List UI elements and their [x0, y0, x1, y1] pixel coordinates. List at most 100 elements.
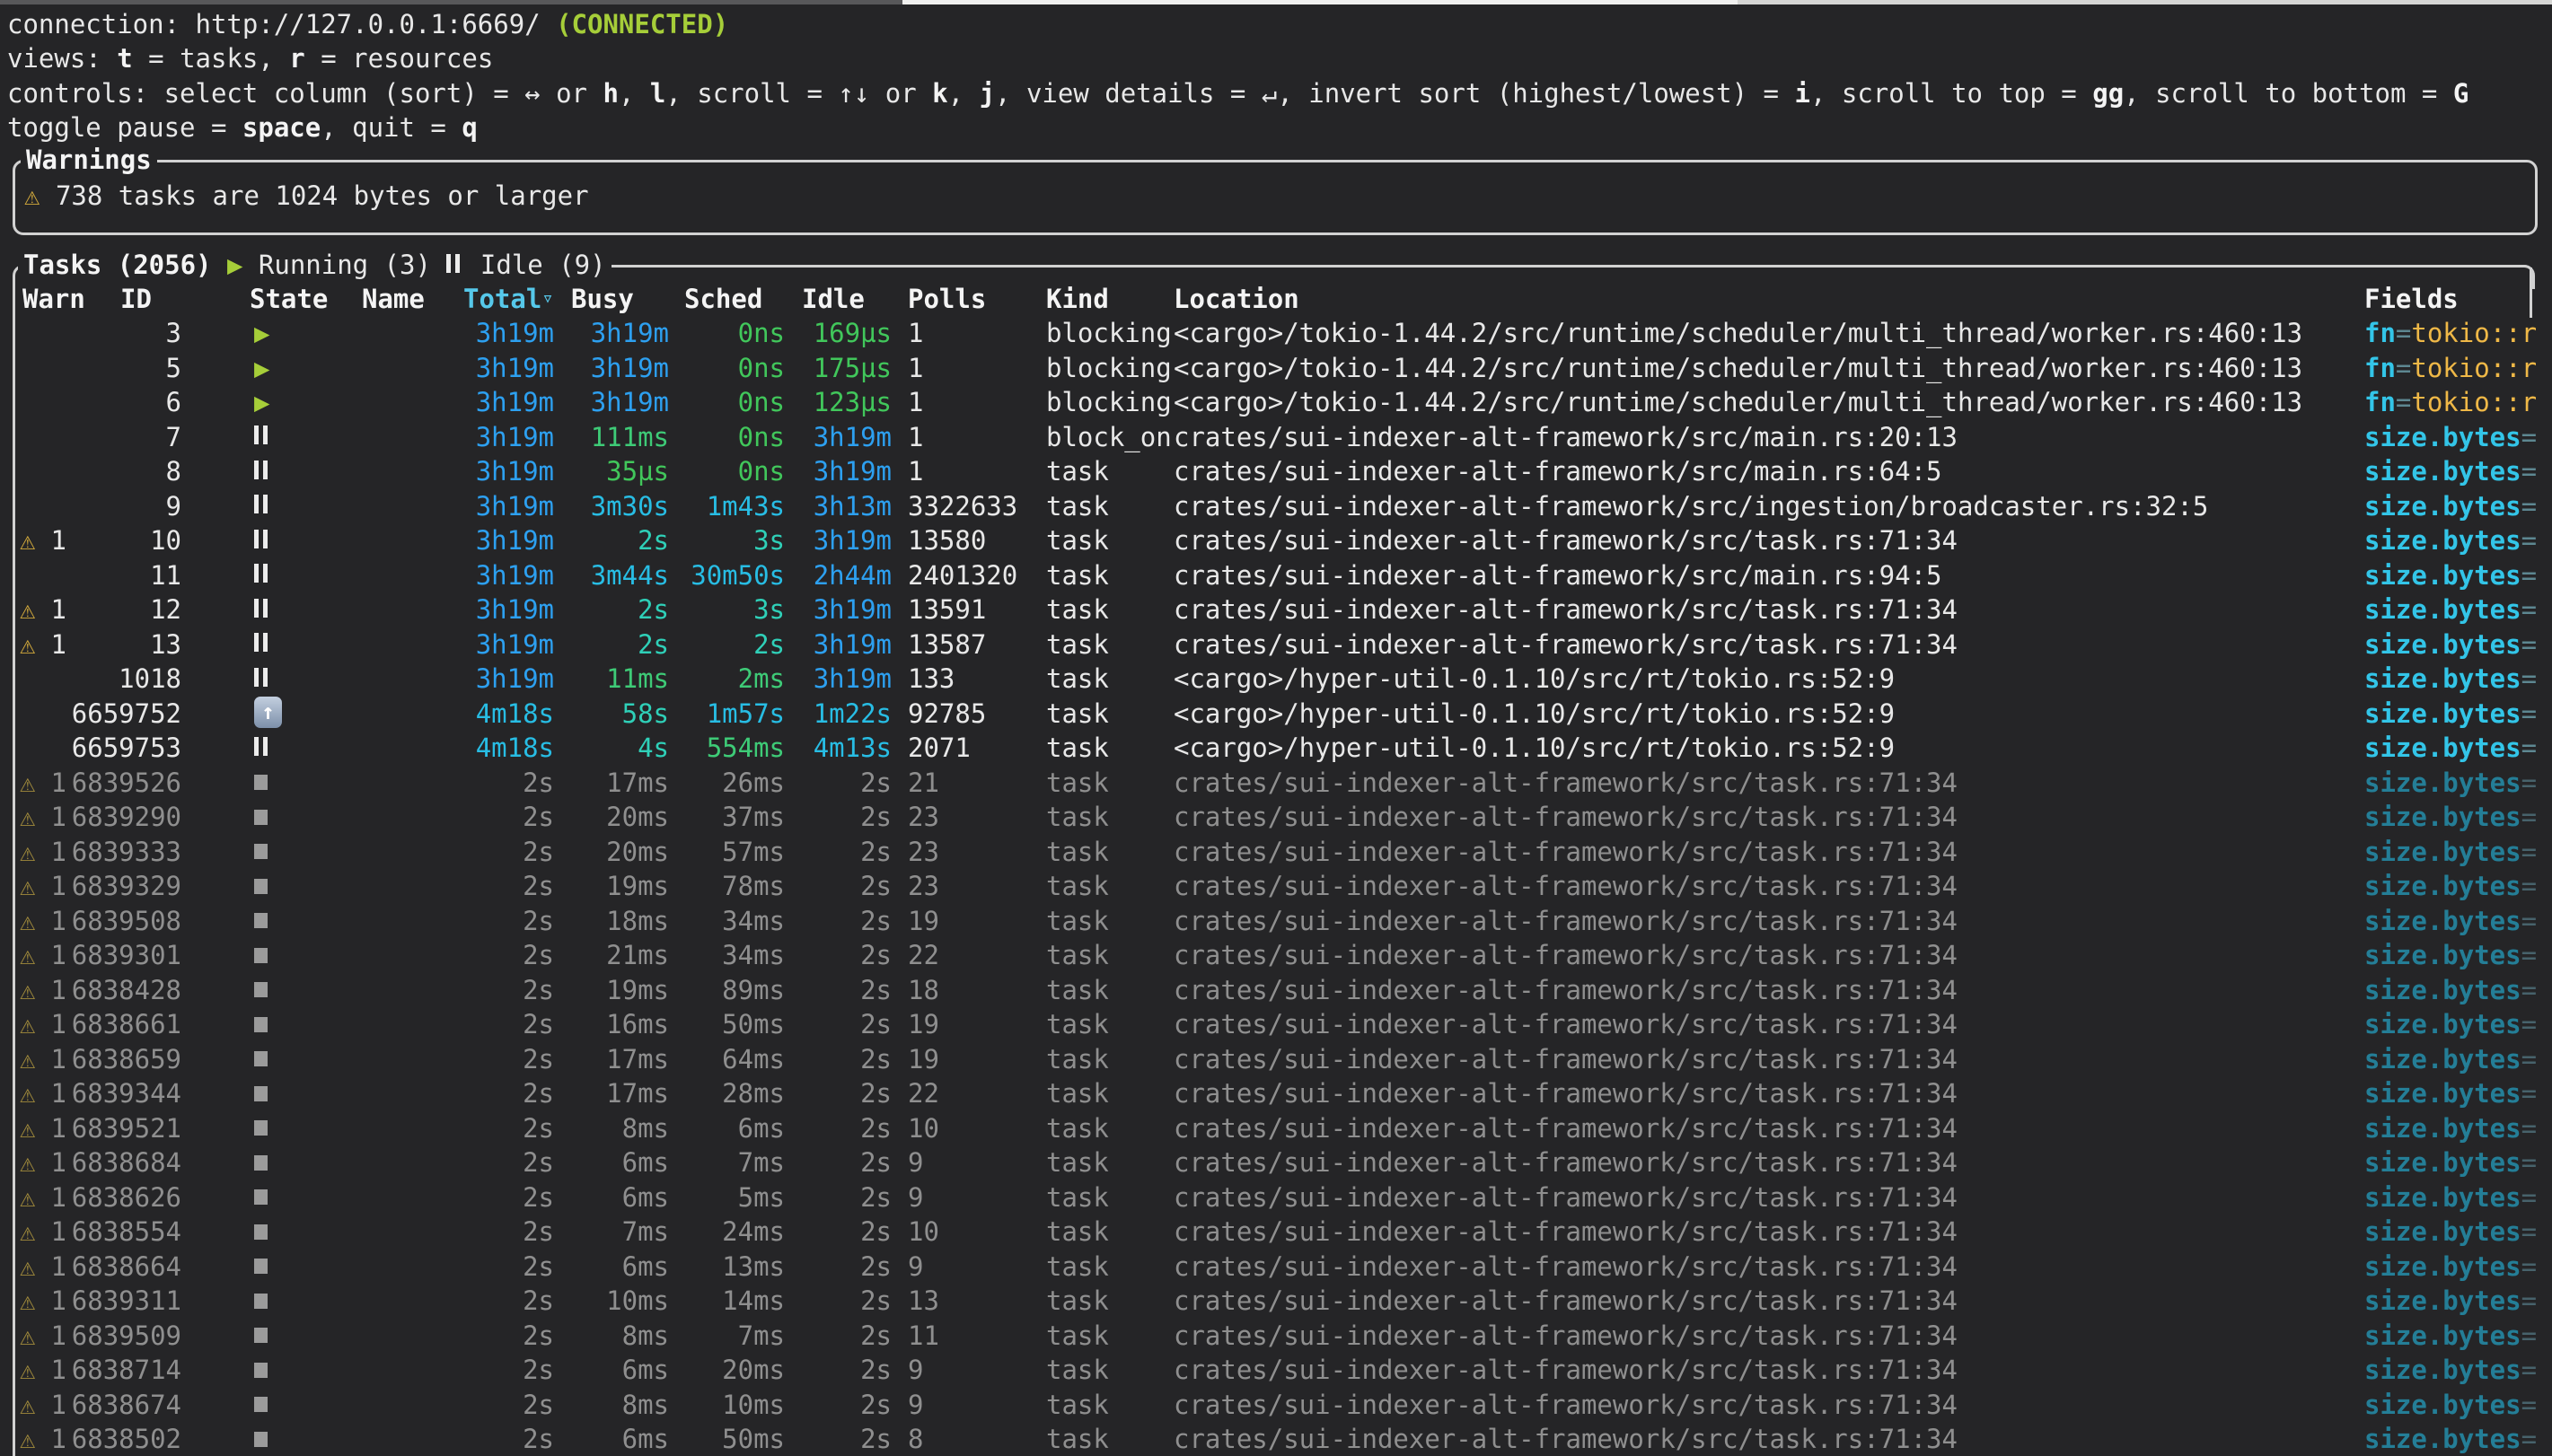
- busy-cell: 20ms: [564, 800, 669, 835]
- stop-icon: [254, 844, 268, 859]
- stop-icon: [254, 1155, 268, 1171]
- task-row[interactable]: ⚠168395262s17ms26ms2s21taskcrates/sui-in…: [0, 766, 2552, 801]
- polls-cell: 13591: [908, 592, 986, 627]
- column-header-location[interactable]: Location: [1174, 282, 1299, 316]
- task-id-cell: 11: [63, 558, 181, 593]
- column-header-sched[interactable]: Sched: [684, 282, 762, 316]
- column-header-fields[interactable]: Fields: [2364, 282, 2459, 316]
- idle-cell: 2s: [787, 973, 892, 1008]
- task-row[interactable]: ⚠168393292s19ms78ms2s23taskcrates/sui-in…: [0, 869, 2552, 904]
- state-cell: ▶: [254, 385, 269, 420]
- task-id-cell: 5: [63, 351, 181, 386]
- warning-icon: ⚠: [24, 180, 40, 211]
- play-icon: ▶: [254, 387, 269, 417]
- pause-icon: [254, 418, 272, 453]
- fields-cell: size.bytes=: [2364, 1215, 2548, 1250]
- state-cell: [254, 1388, 268, 1423]
- task-id-cell: 6839301: [63, 938, 181, 973]
- task-id-cell: 6838674: [63, 1388, 181, 1423]
- warning-icon: ⚠: [20, 1390, 35, 1420]
- state-cell: [254, 904, 268, 939]
- task-row[interactable]: ⚠1133h19m2s2s3h19m13587taskcrates/sui-in…: [0, 627, 2552, 662]
- polls-cell: 11: [908, 1319, 939, 1354]
- state-cell: [254, 973, 268, 1008]
- warn-cell: ⚠1: [20, 592, 66, 627]
- task-row[interactable]: ⚠168385022s6ms50ms2s8taskcrates/sui-inde…: [0, 1422, 2552, 1456]
- idle-cell: 123µs: [787, 385, 892, 420]
- sched-cell: 13ms: [680, 1250, 785, 1285]
- busy-cell: 17ms: [564, 766, 669, 801]
- column-header-busy[interactable]: Busy: [571, 282, 634, 316]
- kind-cell: task: [1046, 1388, 1109, 1423]
- column-header-polls[interactable]: Polls: [908, 282, 986, 316]
- state-cell: [254, 938, 268, 973]
- task-row[interactable]: ⚠168386612s16ms50ms2s19taskcrates/sui-in…: [0, 1007, 2552, 1042]
- busy-cell: 17ms: [564, 1042, 669, 1077]
- task-row[interactable]: ⚠168393332s20ms57ms2s23taskcrates/sui-in…: [0, 835, 2552, 870]
- warning-item: ⚠ 738 tasks are 1024 bytes or larger: [24, 179, 589, 213]
- task-row[interactable]: ⚠168386842s6ms7ms2s9taskcrates/sui-index…: [0, 1145, 2552, 1180]
- column-header-name[interactable]: Name: [362, 282, 425, 316]
- column-header-state[interactable]: State: [250, 282, 328, 316]
- fields-cell: size.bytes=: [2364, 1284, 2548, 1319]
- tokio-console-terminal: connection: http://127.0.0.1:6669/ (CONN…: [0, 0, 2552, 1456]
- state-cell: [254, 1353, 268, 1388]
- task-row[interactable]: ⚠168395092s8ms7ms2s11taskcrates/sui-inde…: [0, 1319, 2552, 1354]
- task-row[interactable]: ⚠1123h19m2s3s3h19m13591taskcrates/sui-in…: [0, 592, 2552, 627]
- task-row[interactable]: 93h19m3m30s1m43s3h13m3322633taskcrates/s…: [0, 489, 2552, 524]
- polls-cell: 21: [908, 766, 939, 801]
- task-row[interactable]: ⚠168386642s6ms13ms2s9taskcrates/sui-inde…: [0, 1250, 2552, 1285]
- total-cell: 2s: [449, 1042, 554, 1077]
- task-row[interactable]: 66597534m18s4s554ms4m13s2071task<cargo>/…: [0, 731, 2552, 766]
- sched-cell: 34ms: [680, 904, 785, 939]
- state-cell: [254, 766, 268, 801]
- task-row[interactable]: ⚠168385542s7ms24ms2s10taskcrates/sui-ind…: [0, 1215, 2552, 1250]
- task-row[interactable]: 3▶3h19m3h19m0ns169µs1blocking<cargo>/tok…: [0, 316, 2552, 351]
- sched-cell: 7ms: [680, 1319, 785, 1354]
- task-row[interactable]: ⚠168384282s19ms89ms2s18taskcrates/sui-in…: [0, 973, 2552, 1008]
- task-row[interactable]: ⚠168386592s17ms64ms2s19taskcrates/sui-in…: [0, 1042, 2552, 1077]
- busy-cell: 2s: [564, 523, 669, 558]
- task-row[interactable]: 83h19m35µs0ns3h19m1taskcrates/sui-indexe…: [0, 454, 2552, 489]
- location-cell: crates/sui-indexer-alt-framework/src/tas…: [1174, 904, 1958, 939]
- busy-cell: 8ms: [564, 1319, 669, 1354]
- task-row[interactable]: ⚠168386742s8ms10ms2s9taskcrates/sui-inde…: [0, 1388, 2552, 1423]
- column-header-warn[interactable]: Warn: [22, 282, 85, 316]
- column-header-kind[interactable]: Kind: [1046, 282, 1109, 316]
- task-row[interactable]: 113h19m3m44s30m50s2h44m2401320taskcrates…: [0, 558, 2552, 593]
- task-row[interactable]: ⚠168386262s6ms5ms2s9taskcrates/sui-index…: [0, 1180, 2552, 1215]
- location-cell: crates/sui-indexer-alt-framework/src/mai…: [1174, 420, 1958, 455]
- task-row[interactable]: 73h19m111ms0ns3h19m1block_oncrates/sui-i…: [0, 420, 2552, 455]
- warn-cell: ⚠1: [20, 1111, 66, 1146]
- location-cell: crates/sui-indexer-alt-framework/src/tas…: [1174, 938, 1958, 973]
- task-row[interactable]: ⚠168395212s8ms6ms2s10taskcrates/sui-inde…: [0, 1111, 2552, 1146]
- task-row[interactable]: ⚠168395082s18ms34ms2s19taskcrates/sui-in…: [0, 904, 2552, 939]
- total-cell: 2s: [449, 1076, 554, 1111]
- column-header-idle[interactable]: Idle: [802, 282, 865, 316]
- task-row[interactable]: ⚠168387142s6ms20ms2s9taskcrates/sui-inde…: [0, 1353, 2552, 1388]
- task-row[interactable]: ⚠168393012s21ms34ms2s22taskcrates/sui-in…: [0, 938, 2552, 973]
- polls-cell: 3322633: [908, 489, 1017, 524]
- task-row[interactable]: 10183h19m11ms2ms3h19m133task<cargo>/hype…: [0, 662, 2552, 697]
- task-row[interactable]: ⚠168392902s20ms37ms2s23taskcrates/sui-in…: [0, 800, 2552, 835]
- polls-cell: 23: [908, 835, 939, 870]
- location-cell: crates/sui-indexer-alt-framework/src/tas…: [1174, 1076, 1958, 1111]
- busy-cell: 10ms: [564, 1284, 669, 1319]
- task-row[interactable]: ⚠168393442s17ms28ms2s22taskcrates/sui-in…: [0, 1076, 2552, 1111]
- fields-cell: fn=tokio::r: [2364, 316, 2548, 351]
- task-row[interactable]: ⚠168393112s10ms14ms2s13taskcrates/sui-in…: [0, 1284, 2552, 1319]
- total-cell: 2s: [449, 800, 554, 835]
- warn-cell: ⚠1: [20, 1007, 66, 1042]
- kind-cell: task: [1046, 1284, 1109, 1319]
- task-row[interactable]: ⚠1103h19m2s3s3h19m13580taskcrates/sui-in…: [0, 523, 2552, 558]
- sched-cell: 7ms: [680, 1145, 785, 1180]
- total-cell: 2s: [449, 904, 554, 939]
- column-header-id[interactable]: ID: [120, 282, 152, 316]
- location-cell: <cargo>/tokio-1.44.2/src/runtime/schedul…: [1174, 351, 2302, 386]
- task-row[interactable]: 5▶3h19m3h19m0ns175µs1blocking<cargo>/tok…: [0, 351, 2552, 386]
- task-row[interactable]: 6659752↑4m18s58s1m57s1m22s92785task<carg…: [0, 697, 2552, 732]
- kind-cell: task: [1046, 454, 1109, 489]
- task-row[interactable]: 6▶3h19m3h19m0ns123µs1blocking<cargo>/tok…: [0, 385, 2552, 420]
- task-id-cell: 7: [63, 420, 181, 455]
- column-header-total[interactable]: Total▿: [463, 282, 541, 316]
